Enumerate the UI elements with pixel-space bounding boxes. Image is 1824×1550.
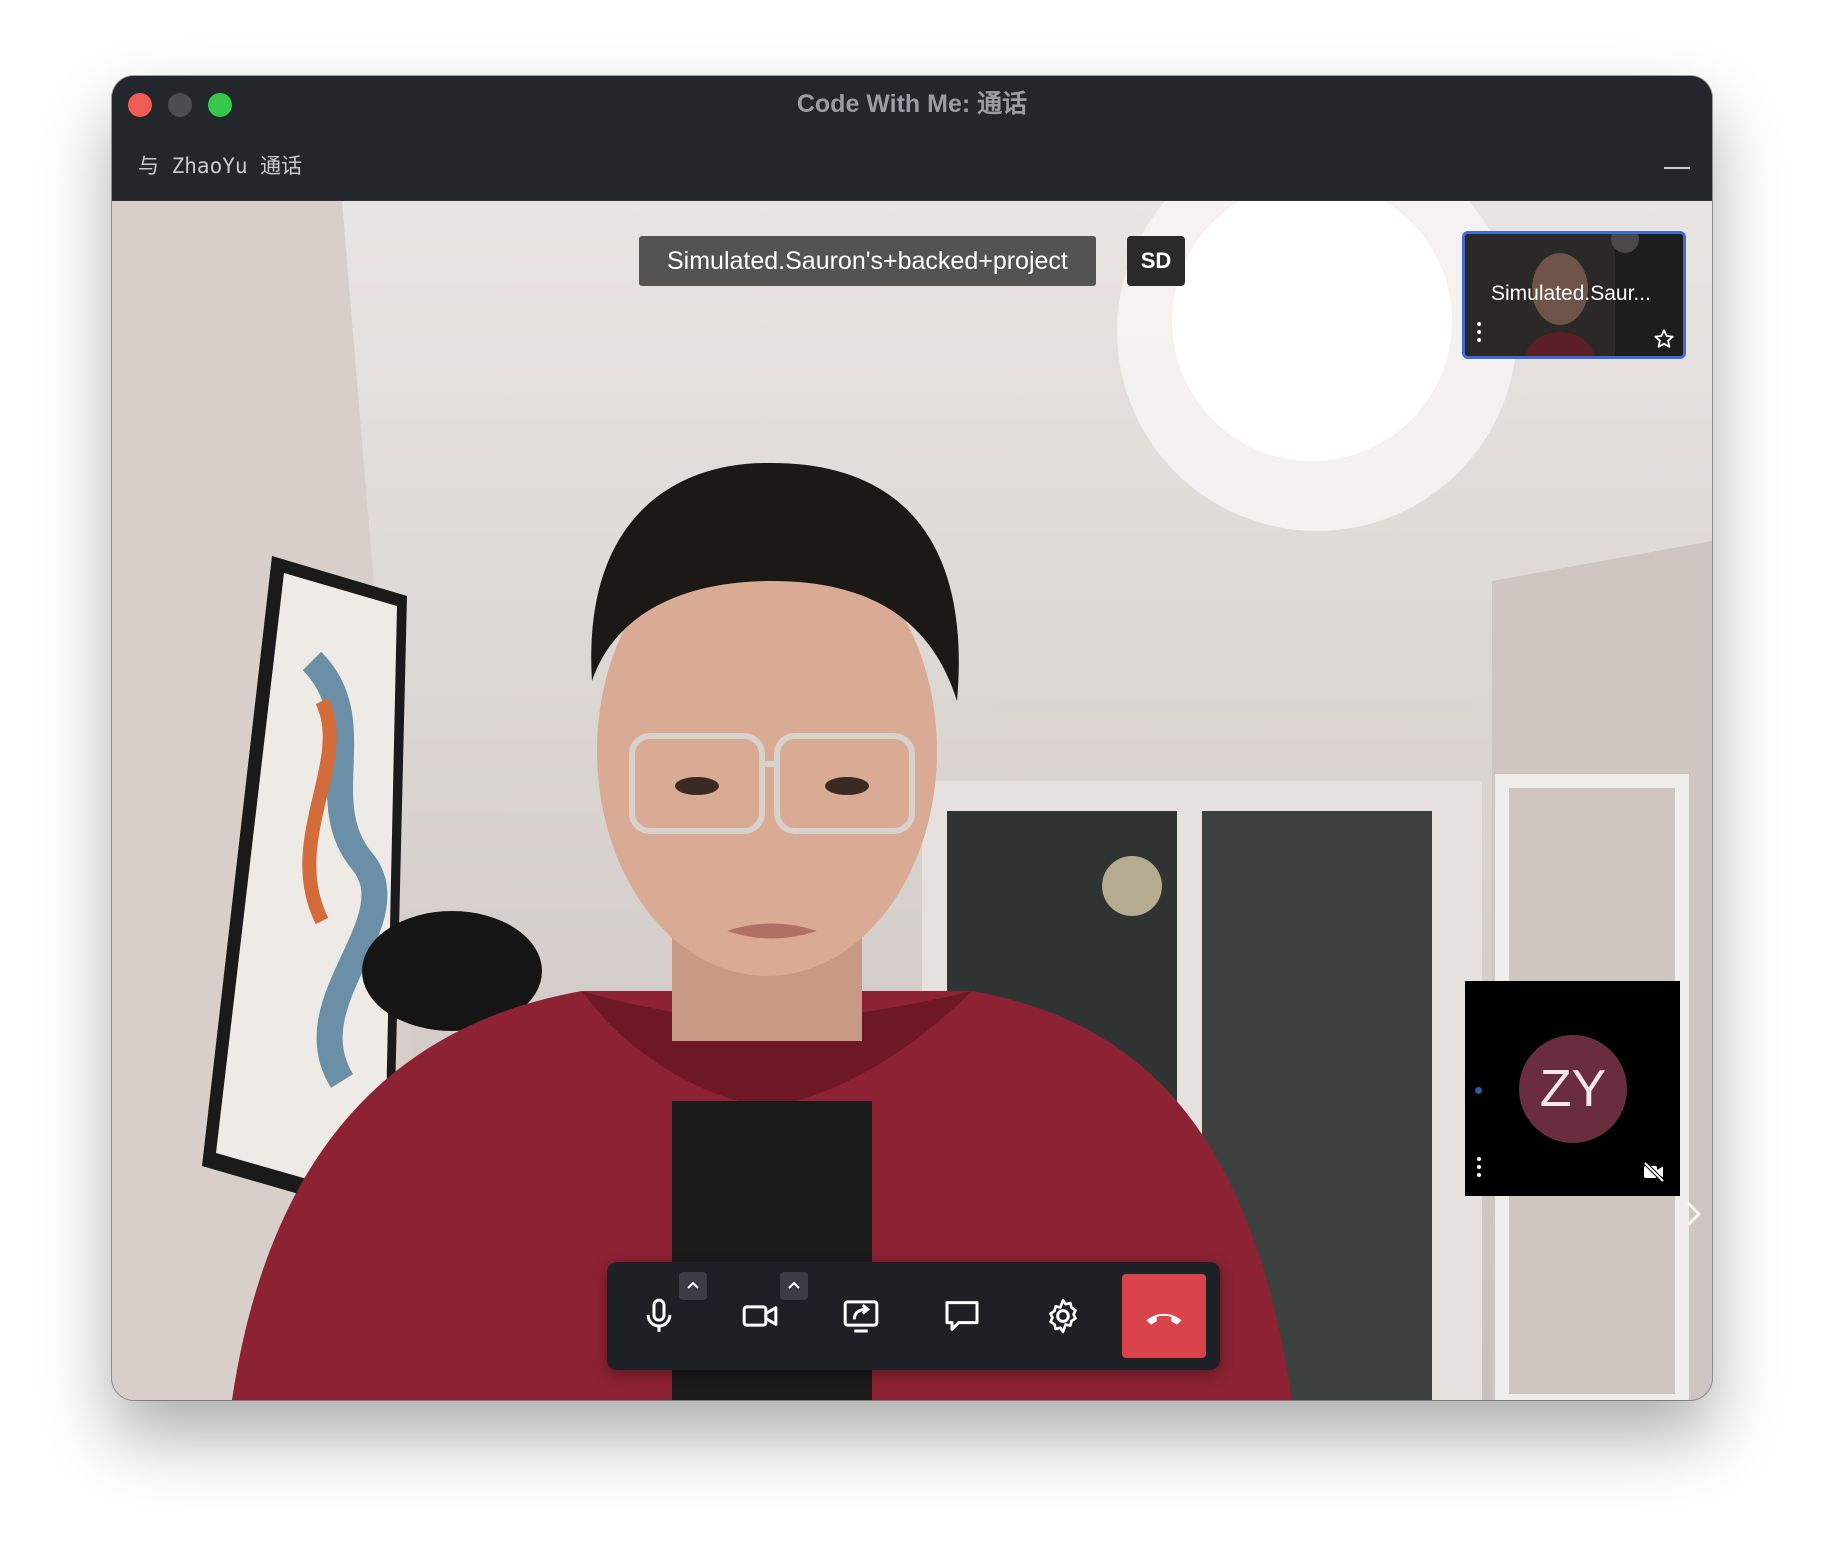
participant-label: Simulated.Sauron's+backed+project [639,236,1096,286]
camera-options-button[interactable] [780,1272,808,1300]
call-toolbar [607,1262,1220,1370]
peer-status-dot [1475,1087,1482,1094]
call-title: 与 ZhaoYu 通话 [138,154,303,178]
minimize-call-button[interactable] [1662,152,1692,182]
peer-tile-menu-icon[interactable] [1471,1153,1487,1181]
chat-icon [945,1301,979,1331]
window-title: Code With Me: 通话 [796,90,1028,118]
main-video: Simulated.Sauron's+backed+project SD Sim… [112,201,1712,1400]
chevron-up-icon [788,1281,800,1289]
settings-button[interactable] [1021,1274,1105,1358]
hang-up-icon [1146,1313,1182,1325]
peer-video-tile[interactable]: ZY [1465,981,1680,1196]
self-video-tile[interactable]: Simulated.Saur... [1462,231,1686,359]
star-icon[interactable] [1653,328,1675,350]
hang-up-button[interactable] [1122,1274,1206,1358]
camera-off-icon [1643,1161,1665,1183]
microphone-options-button[interactable] [679,1272,707,1300]
peer-avatar: ZY [1519,1035,1627,1143]
gear-icon [1049,1298,1077,1334]
chat-button[interactable] [920,1274,1004,1358]
quality-badge[interactable]: SD [1127,236,1185,286]
microphone-icon [646,1298,672,1332]
chevron-up-icon [687,1281,699,1289]
next-page-icon[interactable] [1684,1199,1704,1229]
screen-share-icon [843,1300,879,1333]
screen-share-button[interactable] [819,1274,903,1358]
camera-icon [742,1305,778,1327]
self-tile-name: Simulated.Saur... [1491,282,1651,305]
app-window: Code With Me: 通话 与 ZhaoYu 通话 Simulated.S… [112,76,1712,1400]
call-header: 与 ZhaoYu 通话 [112,132,1712,201]
self-tile-menu-icon[interactable] [1471,318,1487,346]
remote-video-feed [112,201,1712,1400]
title-bar: Code With Me: 通话 [112,76,1712,132]
